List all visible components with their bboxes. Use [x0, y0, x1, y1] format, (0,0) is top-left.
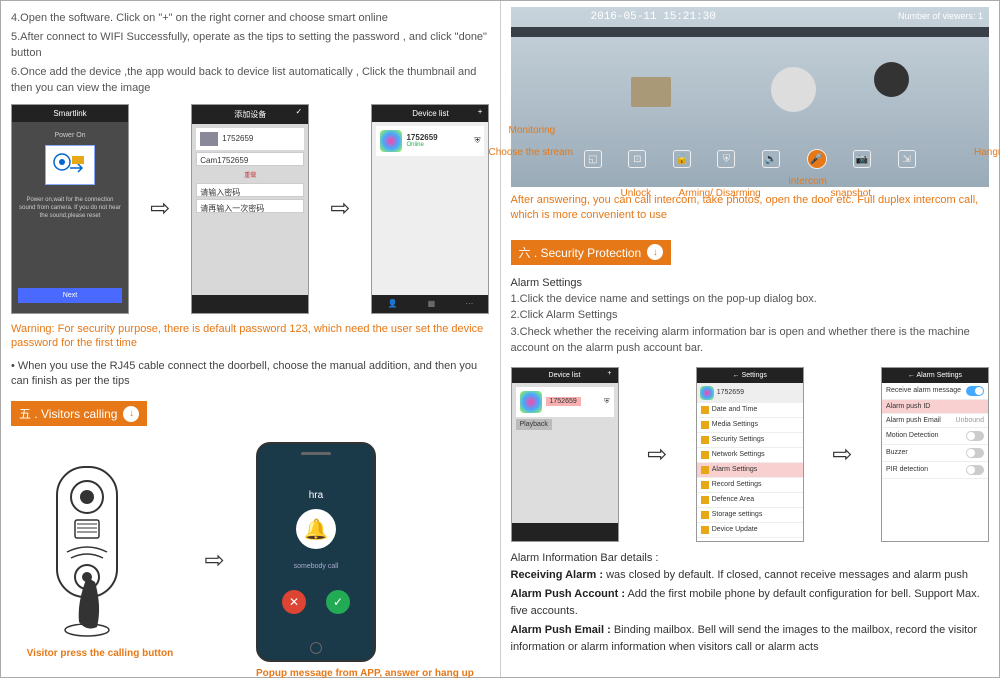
name-input[interactable]: Cam1752659 [196, 152, 304, 166]
motion-toggle[interactable]: Motion Detection [882, 428, 988, 445]
incoming-call-screen: hra 🔔 somebody call ✕ ✓ [256, 442, 376, 662]
rj45-note: • When you use the RJ45 cable connect th… [11, 359, 490, 390]
device-id: 1752659 [222, 134, 253, 143]
next-button[interactable]: Next [18, 288, 122, 303]
more-icon[interactable]: ⋯ [465, 299, 473, 308]
password-input[interactable]: 请输入密码 [196, 183, 304, 197]
setup-screenshots: Smartlink Power On Power on,wait for the… [11, 104, 490, 314]
detail-push-email: Alarm Push Email : Binding mailbox. Bell… [511, 622, 990, 655]
camera-timestamp: 2016-05-11 15:21:30 [591, 11, 716, 23]
camera-icon [45, 145, 95, 185]
down-arrow-icon: ↓ [123, 406, 139, 422]
arrow-icon: ⇨ [330, 194, 350, 223]
step-4: 4.Open the software. Click on "+" on the… [11, 11, 490, 26]
down-arrow-icon: ↓ [647, 244, 663, 260]
caller-name: hra [309, 490, 323, 501]
smartlink-header: Smartlink [12, 105, 128, 122]
settings-update[interactable]: Device Update [697, 523, 803, 538]
add-device-header: 添加设备✓ [192, 105, 308, 124]
alarm-step-2: 2.Click Alarm Settings [511, 307, 990, 324]
doorbell-caption: Visitor press the calling button [27, 648, 174, 659]
detail-receiving: Receiving Alarm : was closed by default.… [511, 567, 990, 584]
pir-toggle[interactable]: PIR detection [882, 462, 988, 479]
doorbell-illustration [27, 462, 147, 642]
alarm-settings-heading: Alarm Settings [511, 277, 990, 289]
alarm-step-1: 1.Click the device name and settings on … [511, 291, 990, 308]
stream-button[interactable]: ◱ [584, 150, 602, 168]
settings-date-time[interactable]: Date and Time [697, 403, 803, 418]
left-column: 4.Open the software. Click on "+" on the… [1, 1, 501, 677]
alarm-push-id[interactable]: Alarm push ID [882, 400, 988, 414]
alarm-screenshots: Device list+ 1752659⛨ Playback ⇨ ← Setti… [511, 367, 990, 542]
label-arming: Arming/ Disarming [679, 188, 761, 199]
settings-record[interactable]: Record Settings [697, 478, 803, 493]
receive-alarm-toggle[interactable]: Receive alarm message [882, 383, 988, 400]
settings-storage[interactable]: Storage settings [697, 508, 803, 523]
playback-button[interactable]: Playback [516, 419, 552, 430]
label-snapshot: snapshot [831, 188, 872, 199]
label-monitoring: Monitoring [509, 125, 556, 136]
step-6: 6.Once add the device ,the app would bac… [11, 65, 490, 96]
redo-text: 重做 [196, 170, 304, 179]
detail-push-account: Alarm Push Account : Add the first mobil… [511, 586, 990, 619]
label-stream: Choose the stream [489, 147, 574, 158]
camera-live-view: 2016-05-11 15:21:30 Number of viewers: 1… [511, 7, 990, 187]
smartlink-screen: Smartlink Power On Power on,wait for the… [11, 104, 129, 314]
unlock-button[interactable]: 🔓 [673, 150, 691, 168]
alarm-settings-screen: ← Alarm Settings Receive alarm message A… [881, 367, 989, 542]
intercom-button[interactable]: 🎤 [807, 149, 827, 169]
right-column: 2016-05-11 15:21:30 Number of viewers: 1… [501, 1, 1000, 677]
label-hangup: Hangup [974, 147, 1000, 158]
camera-toolbar: ◱ ⊡ 🔓 ⛨ 🔊 🎤 📷 ⇲ [571, 149, 930, 169]
arrow-icon: ⇨ [647, 440, 667, 469]
label-intercom: intercom [789, 176, 827, 187]
arrow-icon: ⇨ [150, 194, 170, 223]
contact-icon[interactable]: 👤 [388, 299, 398, 308]
monitoring-button[interactable]: ⊡ [628, 150, 646, 168]
warning-text: Warning: For security purpose, there is … [11, 322, 490, 351]
settings-alarm[interactable]: Alarm Settings [697, 463, 803, 478]
settings-network[interactable]: Network Settings [697, 448, 803, 463]
phone-caption: Popup message from APP, answer or hang u… [256, 668, 474, 679]
buzzer-toggle[interactable]: Buzzer [882, 445, 988, 462]
section-5-header: 五 . Visitors calling ↓ [11, 401, 147, 426]
device-item[interactable]: 1752659 Online ⛨ [376, 126, 484, 156]
arrow-icon: ⇨ [832, 440, 852, 469]
settings-screen: ← Settings 1752659 Date and Time Media S… [696, 367, 804, 542]
alarm-push-email[interactable]: Alarm push EmailUnbound [882, 414, 988, 428]
hangup-button[interactable]: ✕ [282, 590, 306, 614]
settings-security[interactable]: Security Settings [697, 433, 803, 448]
arming-icon[interactable]: ⛨ [474, 136, 480, 146]
step-5: 5.After connect to WIFI Successfully, op… [11, 30, 490, 61]
device-thumbnail-icon [380, 130, 402, 152]
settings-defence[interactable]: Defence Area [697, 493, 803, 508]
section-6-header: 六 . Security Protection ↓ [511, 240, 672, 265]
viewer-count: Number of viewers: 1 [898, 11, 983, 21]
add-device-screen: 添加设备✓ 1752659 Cam1752659 重做 请输入密码 请再输入一次… [191, 104, 309, 314]
plus-icon[interactable]: + [478, 107, 483, 116]
snapshot-button[interactable]: 📷 [853, 150, 871, 168]
device-list-header: Device list+ [372, 105, 488, 122]
plus-icon[interactable]: + [607, 370, 611, 377]
hangup-button[interactable]: ⇲ [898, 150, 916, 168]
alarm-step-3: 3.Check whether the receiving alarm info… [511, 324, 990, 357]
settings-media[interactable]: Media Settings [697, 418, 803, 433]
visitor-calling-row: Visitor press the calling button ⇨ hra 🔔… [11, 442, 490, 679]
arrow-icon: ⇨ [205, 546, 225, 575]
bell-icon: 🔔 [296, 509, 336, 549]
arming-button[interactable]: ⛨ [717, 150, 735, 168]
power-on-label: Power On [18, 132, 122, 139]
speaker-button[interactable]: 🔊 [762, 150, 780, 168]
answer-button[interactable]: ✓ [326, 590, 350, 614]
alarm-devlist-screen: Device list+ 1752659⛨ Playback [511, 367, 619, 542]
power-hint: Power on,wait for the connection sound f… [18, 197, 122, 220]
confirm-icon[interactable]: ✓ [296, 107, 303, 116]
password-confirm-input[interactable]: 请再输入一次密码 [196, 199, 304, 213]
device-row[interactable]: 1752659⛨ [516, 387, 614, 417]
label-unlock: Unlock [621, 188, 652, 199]
device-list-screen: Device list+ 1752659 Online ⛨ 👤 ▦ ⋯ [371, 104, 489, 314]
alarm-details-heading: Alarm Information Bar details : [511, 552, 990, 564]
image-icon[interactable]: ▦ [428, 299, 436, 308]
